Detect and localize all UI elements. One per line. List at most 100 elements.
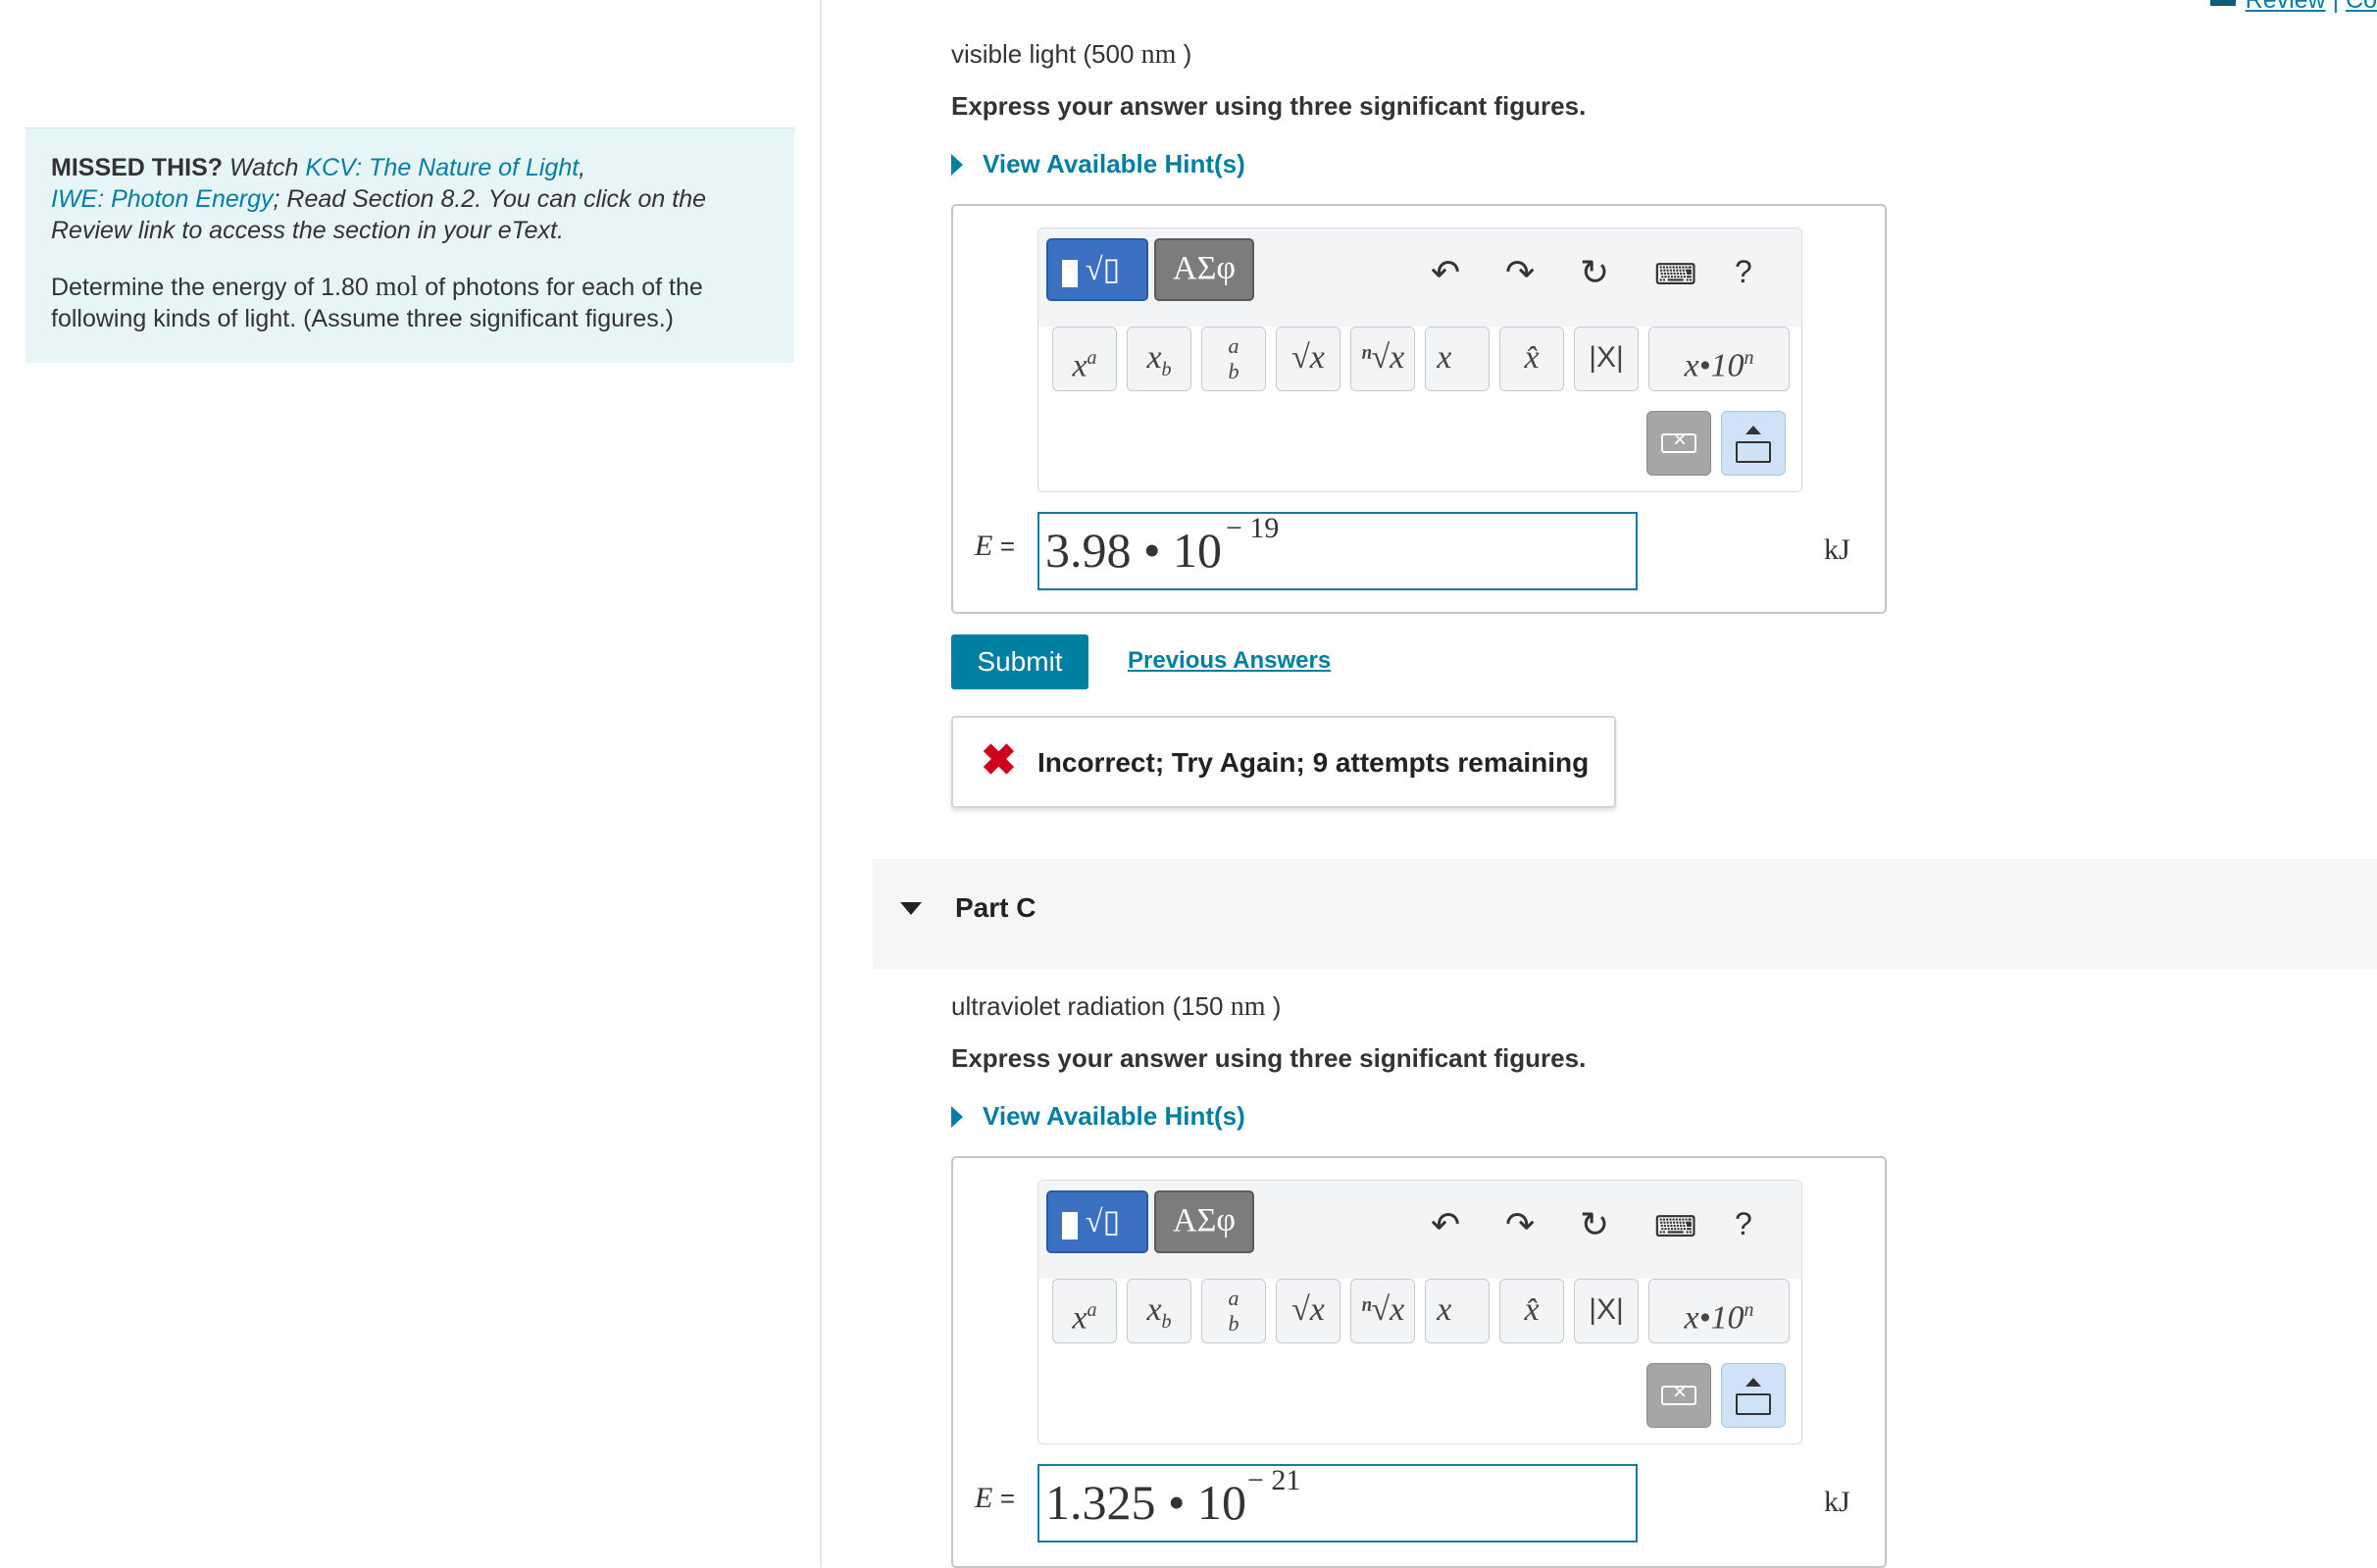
keyboard-toggle-button[interactable] — [1721, 1363, 1786, 1428]
question-text: ultraviolet radiation (150 — [951, 991, 1231, 1021]
arrow-up-icon — [1745, 1378, 1761, 1387]
book-icon — [2209, 0, 2236, 7]
answer-mantissa: 1.325 • 10 — [1045, 1475, 1247, 1530]
nm-unit: nm — [1230, 991, 1266, 1022]
answer-exponent: − 19 — [1226, 512, 1280, 544]
fraction-key[interactable]: ab — [1201, 1279, 1266, 1343]
problem-statement: Determine the energy of 1.80 mol of phot… — [51, 272, 769, 334]
energy-label: E = — [975, 530, 1016, 562]
iwe-link[interactable]: IWE: Photon Energy — [51, 185, 274, 213]
backspace-button[interactable] — [1646, 411, 1711, 476]
question-close: ) — [1176, 39, 1192, 69]
answer-exponent: − 21 — [1247, 1464, 1301, 1496]
part-c-header[interactable]: Part C — [873, 859, 2377, 969]
keyboard-shortcuts-icon[interactable]: ⌨ — [1654, 258, 1696, 292]
radical-icon: √▯ — [1086, 251, 1121, 286]
unit-vector-key[interactable]: x̂ — [1499, 327, 1564, 391]
part-c-answer-box: √▯ ΑΣφ ↶ ↷ ↻ ⌨ ? xa xb ab √x ⁿ√x x⃗ x̂ |… — [951, 1156, 1887, 1568]
block-icon — [1062, 260, 1078, 287]
vector-key[interactable]: x⃗ — [1425, 327, 1490, 391]
toolbar-top: √▯ ΑΣφ ↶ ↷ ↻ ⌨ ? — [1038, 1181, 1801, 1279]
mol-unit: mol — [375, 272, 419, 302]
keyboard-shortcuts-icon[interactable]: ⌨ — [1654, 1210, 1696, 1244]
math-editor-toolbar: √▯ ΑΣφ ↶ ↷ ↻ ⌨ ? xa xb ab √x ⁿ√x x⃗ x̂ |… — [1037, 1180, 1802, 1444]
greek-symbols-button[interactable]: ΑΣφ — [1154, 238, 1254, 301]
error-icon: ✖ — [981, 736, 1017, 784]
kcv-link[interactable]: KCV: The Nature of Light — [305, 154, 579, 181]
energy-label: E = — [975, 1482, 1016, 1514]
superscript-key[interactable]: xa — [1052, 327, 1117, 391]
part-c-answer-input[interactable]: 1.325 • 10 − 21 — [1037, 1464, 1638, 1543]
absolute-value-key[interactable]: |X| — [1574, 327, 1639, 391]
backspace-icon — [1661, 1379, 1696, 1406]
nth-root-key[interactable]: ⁿ√x — [1350, 327, 1415, 391]
part-b-instruction: Express your answer using three signific… — [951, 91, 1587, 121]
superscript-key[interactable]: xa — [1052, 1279, 1117, 1343]
previous-answers-link[interactable]: Previous Answers — [1128, 647, 1331, 675]
instructions-panel: MISSED THIS? Watch KCV: The Nature of Li… — [25, 127, 794, 363]
arrow-up-icon — [1745, 426, 1761, 434]
caret-right-icon — [951, 154, 963, 176]
vector-key[interactable]: x⃗ — [1425, 1279, 1490, 1343]
scientific-notation-key[interactable]: x•10n — [1648, 327, 1790, 391]
part-c-title: Part C — [955, 892, 1037, 923]
greek-symbols-button[interactable]: ΑΣφ — [1154, 1190, 1254, 1253]
part-b-hint-toggle[interactable]: View Available Hint(s) — [951, 149, 1245, 179]
keyboard-icon — [1736, 441, 1771, 463]
radical-icon: √▯ — [1086, 1203, 1121, 1239]
question-text: visible light (500 — [951, 39, 1141, 69]
math-editor-toolbar: √▯ ΑΣφ ↶ ↷ ↻ ⌨ ? xa xb ab √x ⁿ√x x⃗ x̂ |… — [1037, 228, 1802, 492]
feedback-box: ✖ Incorrect; Try Again; 9 attempts remai… — [951, 716, 1616, 808]
square-root-key[interactable]: √x — [1276, 327, 1340, 391]
part-c-question: ultraviolet radiation (150 nm ) — [951, 991, 1281, 1023]
part-c-instruction: Express your answer using three signific… — [951, 1043, 1587, 1073]
math-template-button[interactable]: √▯ — [1046, 1190, 1148, 1253]
review-links: Review | Co — [2209, 0, 2377, 15]
reset-icon[interactable]: ↻ — [1580, 1204, 1609, 1245]
review-link[interactable]: Review — [2246, 0, 2326, 14]
part-c-hint-toggle[interactable]: View Available Hint(s) — [951, 1101, 1245, 1132]
toolbar-top: √▯ ΑΣφ ↶ ↷ ↻ ⌨ ? — [1038, 228, 1801, 327]
backspace-icon — [1661, 427, 1696, 454]
undo-icon[interactable]: ↶ — [1431, 1204, 1460, 1245]
keyboard-icon — [1736, 1393, 1771, 1415]
redo-icon[interactable]: ↷ — [1505, 1204, 1535, 1245]
feedback-message: Incorrect; Try Again; 9 attempts remaini… — [1037, 747, 1590, 778]
fraction-key[interactable]: ab — [1201, 327, 1266, 391]
math-template-button[interactable]: √▯ — [1046, 238, 1148, 301]
nm-unit: nm — [1140, 39, 1177, 70]
backspace-button[interactable] — [1646, 1363, 1711, 1428]
undo-icon[interactable]: ↶ — [1431, 252, 1460, 293]
subscript-key[interactable]: xb — [1127, 327, 1191, 391]
help-button[interactable]: ? — [1735, 1206, 1752, 1242]
unit-label: kJ — [1824, 533, 1850, 566]
help-button[interactable]: ? — [1735, 254, 1752, 290]
missed-this-text: MISSED THIS? Watch KCV: The Nature of Li… — [51, 152, 769, 246]
missed-this-label: MISSED THIS? — [51, 154, 224, 181]
caret-down-icon — [900, 902, 922, 915]
submit-button[interactable]: Submit — [951, 634, 1088, 689]
square-root-key[interactable]: √x — [1276, 1279, 1340, 1343]
problem-text: Determine the energy of 1.80 — [51, 274, 376, 301]
separator: | — [2332, 0, 2340, 14]
redo-icon[interactable]: ↷ — [1505, 252, 1535, 293]
part-b-answer-box: √▯ ΑΣφ ↶ ↷ ↻ ⌨ ? xa xb ab √x ⁿ√x x⃗ x̂ |… — [951, 204, 1887, 614]
comma: , — [579, 154, 586, 181]
watch-text: Watch — [223, 154, 306, 181]
unit-vector-key[interactable]: x̂ — [1499, 1279, 1564, 1343]
part-b-answer-input[interactable]: 3.98 • 10 − 19 — [1037, 512, 1638, 590]
unit-label: kJ — [1824, 1486, 1850, 1518]
block-icon — [1062, 1212, 1078, 1239]
absolute-value-key[interactable]: |X| — [1574, 1279, 1639, 1343]
scientific-notation-key[interactable]: x•10n — [1648, 1279, 1790, 1343]
hint-label: View Available Hint(s) — [983, 1101, 1245, 1131]
constants-link[interactable]: Co — [2346, 0, 2377, 14]
subscript-key[interactable]: xb — [1127, 1279, 1191, 1343]
nth-root-key[interactable]: ⁿ√x — [1350, 1279, 1415, 1343]
caret-right-icon — [951, 1106, 963, 1128]
keyboard-toggle-button[interactable] — [1721, 411, 1786, 476]
answer-mantissa: 3.98 • 10 — [1045, 523, 1223, 578]
reset-icon[interactable]: ↻ — [1580, 252, 1609, 293]
column-divider — [820, 0, 822, 1567]
question-close: ) — [1265, 991, 1282, 1021]
